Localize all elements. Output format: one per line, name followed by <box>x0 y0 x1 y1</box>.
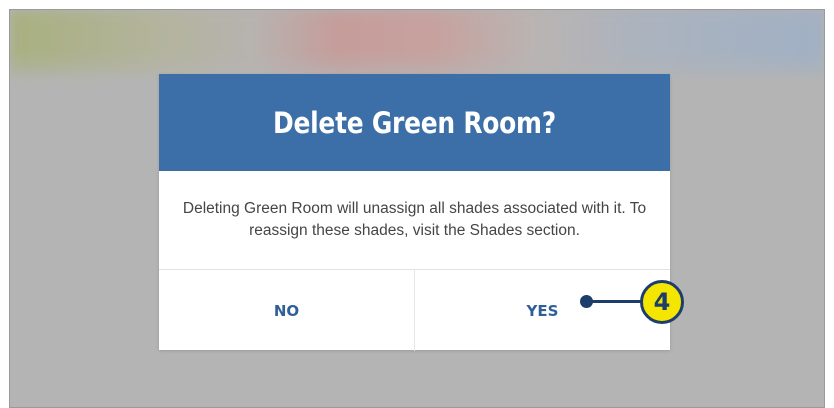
callout-number-badge: 4 <box>640 280 684 324</box>
callout-pointer-line <box>589 300 641 303</box>
yes-button[interactable]: YES <box>414 270 670 351</box>
delete-room-dialog: Delete Green Room? Deleting Green Room w… <box>159 74 670 351</box>
app-screen: Delete Green Room? Deleting Green Room w… <box>9 9 825 408</box>
dialog-actions: NO YES <box>159 269 670 351</box>
dialog-title: Delete Green Room? <box>273 105 556 140</box>
dialog-body: Deleting Green Room will unassign all sh… <box>159 171 670 269</box>
callout-pointer-dot <box>580 295 593 308</box>
no-button[interactable]: NO <box>159 270 414 351</box>
dialog-message: Deleting Green Room will unassign all sh… <box>182 200 647 239</box>
dialog-header: Delete Green Room? <box>159 74 670 171</box>
